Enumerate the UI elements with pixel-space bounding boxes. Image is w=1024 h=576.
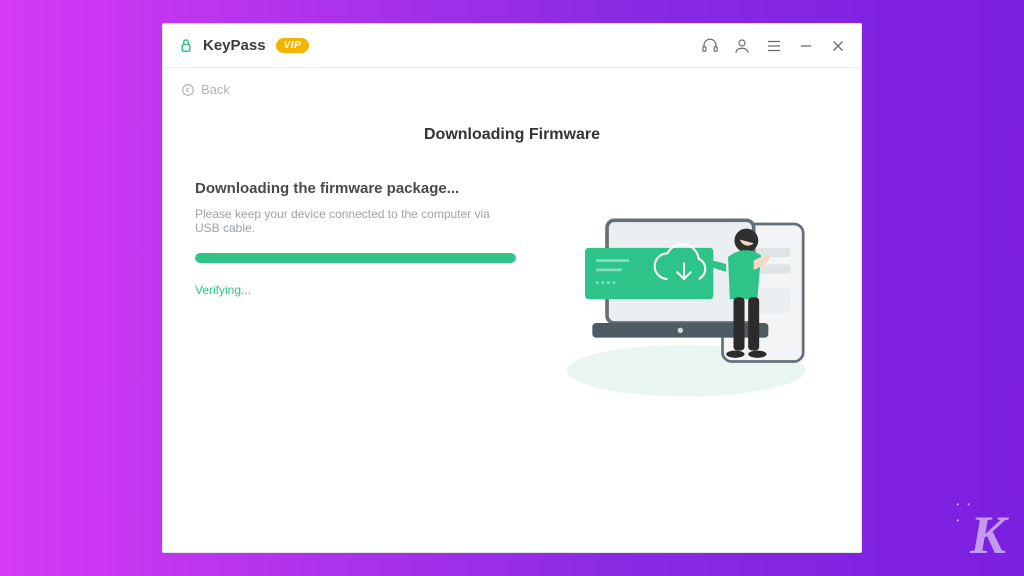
support-icon[interactable] (701, 37, 719, 55)
progress-fill (195, 253, 516, 263)
app-title: KeyPass (203, 37, 266, 54)
app-window: KeyPass VIP (162, 23, 862, 553)
back-label: Back (201, 82, 230, 97)
menu-icon[interactable] (765, 37, 783, 55)
download-instruction: Please keep your device connected to the… (195, 207, 516, 235)
watermark-letter: K (970, 505, 1004, 565)
content: Downloading Firmware Downloading the fir… (163, 102, 861, 553)
download-panel: Downloading the firmware package... Plea… (195, 180, 524, 400)
back-button[interactable]: Back (181, 82, 230, 97)
download-subtitle: Downloading the firmware package... (195, 180, 516, 197)
illustration (524, 180, 829, 400)
close-button[interactable] (829, 37, 847, 55)
progress-bar (195, 253, 516, 263)
titlebar: KeyPass VIP (163, 24, 861, 68)
page-title: Downloading Firmware (163, 126, 861, 144)
app-logo-icon (177, 37, 195, 55)
account-icon[interactable] (733, 37, 751, 55)
back-row: Back (163, 68, 861, 102)
vip-badge: VIP (276, 38, 310, 53)
titlebar-actions (701, 37, 847, 55)
watermark: ∙ ∙∙ K (970, 504, 1004, 566)
status-text: Verifying... (195, 283, 516, 297)
minimize-button[interactable] (797, 37, 815, 55)
